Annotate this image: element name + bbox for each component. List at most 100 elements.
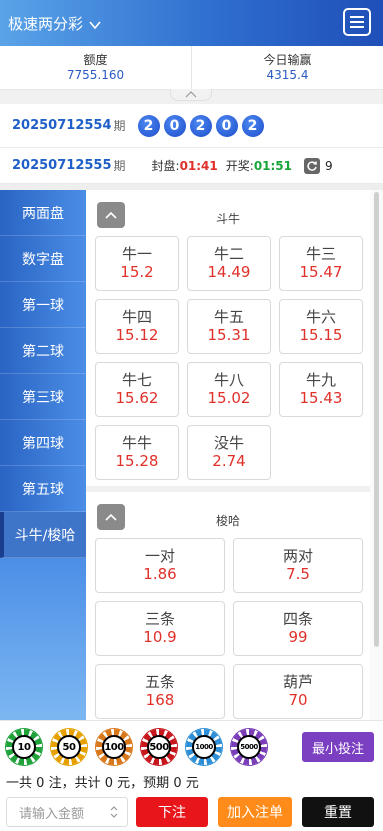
chip-100[interactable]: 100 — [96, 729, 132, 765]
reset-button[interactable]: 重置 — [302, 797, 374, 827]
sidebar-spacer — [0, 558, 86, 720]
close-time: 01:41 — [179, 158, 218, 173]
chevron-up-icon[interactable] — [185, 91, 197, 98]
bull-odds-grid: 牛一 15.2 牛二 14.49 牛三 15.47 牛四 15.12 牛五 15.31 牛… — [86, 236, 370, 480]
draw-ball: 2 — [241, 114, 264, 137]
chip-10[interactable]: 10 — [6, 729, 42, 765]
option-odds: 99 — [288, 628, 308, 646]
odds-option[interactable]: 葫芦 70 — [233, 664, 363, 719]
today-profit-value: 4315.4 — [266, 68, 309, 82]
option-name: 牛八 — [213, 371, 244, 389]
close-label: 封盘: — [151, 159, 180, 173]
chip-5000[interactable]: 5000 — [231, 729, 267, 765]
odds-option[interactable]: 没牛 2.74 — [187, 425, 271, 480]
summary-prefix: 一共 — [6, 776, 33, 791]
odds-option[interactable]: 两对 7.5 — [233, 538, 363, 593]
odds-option[interactable]: 牛牛 15.28 — [95, 425, 179, 480]
collapse-toggle[interactable] — [170, 89, 212, 101]
sidebar-item-ball-4[interactable]: 第四球 — [0, 420, 86, 466]
option-name: 牛三 — [305, 245, 336, 263]
odds-option[interactable]: 牛一 15.2 — [95, 236, 179, 291]
sidebar-item-ball-3[interactable]: 第三球 — [0, 374, 86, 420]
amount-placeholder: 请输入金额 — [19, 806, 85, 822]
sidebar-item-ball-5[interactable]: 第五球 — [0, 466, 86, 512]
option-odds: 70 — [288, 691, 308, 709]
option-name: 葫芦 — [282, 673, 313, 691]
option-name: 牛一 — [121, 245, 152, 263]
option-odds: 168 — [145, 691, 175, 709]
chip-value: 500 — [147, 735, 171, 759]
option-name: 牛二 — [213, 245, 244, 263]
bet-total: 0 — [104, 776, 114, 791]
chip-1000[interactable]: 1000 — [186, 729, 222, 765]
sidebar-item-two-sides[interactable]: 两面盘 — [0, 190, 86, 236]
option-odds: 7.5 — [286, 565, 310, 583]
odds-option[interactable]: 牛七 15.62 — [95, 362, 179, 417]
min-bet-button[interactable]: 最小投注 — [302, 732, 374, 762]
option-odds: 15.31 — [207, 326, 251, 344]
option-odds: 15.15 — [299, 326, 343, 344]
sidebar-item-ball-1[interactable]: 第一球 — [0, 282, 86, 328]
section-title: 斗牛 — [215, 212, 240, 226]
option-name: 牛七 — [121, 371, 152, 389]
option-odds: 15.47 — [299, 263, 343, 281]
odds-option[interactable]: 三条 10.9 — [95, 601, 225, 656]
option-name: 三条 — [144, 610, 175, 628]
last-issue-number: 20250712554 — [12, 118, 112, 133]
hamburger-menu-icon[interactable] — [343, 8, 371, 36]
issue-unit: 期 — [113, 119, 126, 133]
today-profit-cell: 今日输赢 4315.4 — [191, 46, 383, 89]
game-selector[interactable]: 极速两分彩 — [8, 13, 101, 34]
amount-input[interactable]: 请输入金额 — [6, 797, 128, 827]
option-odds: 15.62 — [115, 389, 159, 407]
scrollbar[interactable] — [370, 190, 383, 720]
bet-button[interactable]: 下注 — [136, 797, 208, 827]
summary-expected-unit: 元 — [185, 776, 199, 791]
next-issue-number: 20250712555 — [12, 158, 112, 173]
odds-option[interactable]: 牛九 15.43 — [279, 362, 363, 417]
open-label: 开奖: — [225, 159, 254, 173]
scrollbar-thumb[interactable] — [374, 192, 379, 647]
odds-option[interactable]: 牛四 15.12 — [95, 299, 179, 354]
sidebar-item-bull-showhand[interactable]: 斗牛/梭哈 — [0, 512, 86, 558]
balance-bar: 额度 7755.160 今日输赢 4315.4 — [0, 46, 383, 90]
option-odds: 15.12 — [115, 326, 159, 344]
chip-value: 1000 — [192, 735, 216, 759]
open-time: 01:51 — [253, 158, 293, 173]
odds-option[interactable]: 牛二 14.49 — [187, 236, 271, 291]
odds-option[interactable]: 五条 168 — [95, 664, 225, 719]
draw-balls: 2 0 2 0 2 — [137, 114, 264, 137]
section-divider — [86, 480, 370, 492]
credit-value: 7755.160 — [66, 68, 125, 82]
option-name: 一对 — [144, 547, 175, 565]
option-odds: 15.28 — [115, 452, 159, 470]
option-name: 牛五 — [213, 308, 244, 326]
option-name: 牛六 — [305, 308, 336, 326]
odds-option[interactable]: 牛六 15.15 — [279, 299, 363, 354]
chevron-down-icon[interactable] — [89, 17, 101, 30]
today-profit-label: 今日输赢 — [263, 53, 312, 67]
add-to-slip-button[interactable]: 加入注单 — [218, 797, 292, 827]
odds-option[interactable]: 四条 99 — [233, 601, 363, 656]
draw-ball: 2 — [189, 114, 212, 137]
odds-option[interactable]: 牛五 15.31 — [187, 299, 271, 354]
showhand-odds-grid: 一对 1.86 两对 7.5 三条 10.9 四条 99 五条 168 葫芦 70 — [86, 538, 370, 719]
next-draw-row: 20250712555 期 封盘: 01:41 开奖: 01:51 9 — [0, 148, 383, 184]
stepper-icon[interactable] — [109, 805, 119, 819]
chip-selector: 10 50 100 500 1000 5000 — [6, 729, 267, 765]
option-odds: 14.49 — [207, 263, 251, 281]
chip-value: 50 — [57, 735, 81, 759]
option-odds: 10.9 — [143, 628, 177, 646]
sidebar-item-digits[interactable]: 数字盘 — [0, 236, 86, 282]
chip-500[interactable]: 500 — [141, 729, 177, 765]
section-header-showhand: 梭哈 — [86, 492, 370, 538]
sidebar-item-ball-2[interactable]: 第二球 — [0, 328, 86, 374]
refresh-icon[interactable] — [304, 157, 321, 174]
chip-value: 5000 — [237, 735, 261, 759]
odds-option[interactable]: 一对 1.86 — [95, 538, 225, 593]
odds-option[interactable]: 牛三 15.47 — [279, 236, 363, 291]
odds-option[interactable]: 牛八 15.02 — [187, 362, 271, 417]
game-title[interactable]: 极速两分彩 — [8, 13, 83, 34]
bet-count: 0 — [36, 776, 45, 791]
chip-50[interactable]: 50 — [51, 729, 87, 765]
